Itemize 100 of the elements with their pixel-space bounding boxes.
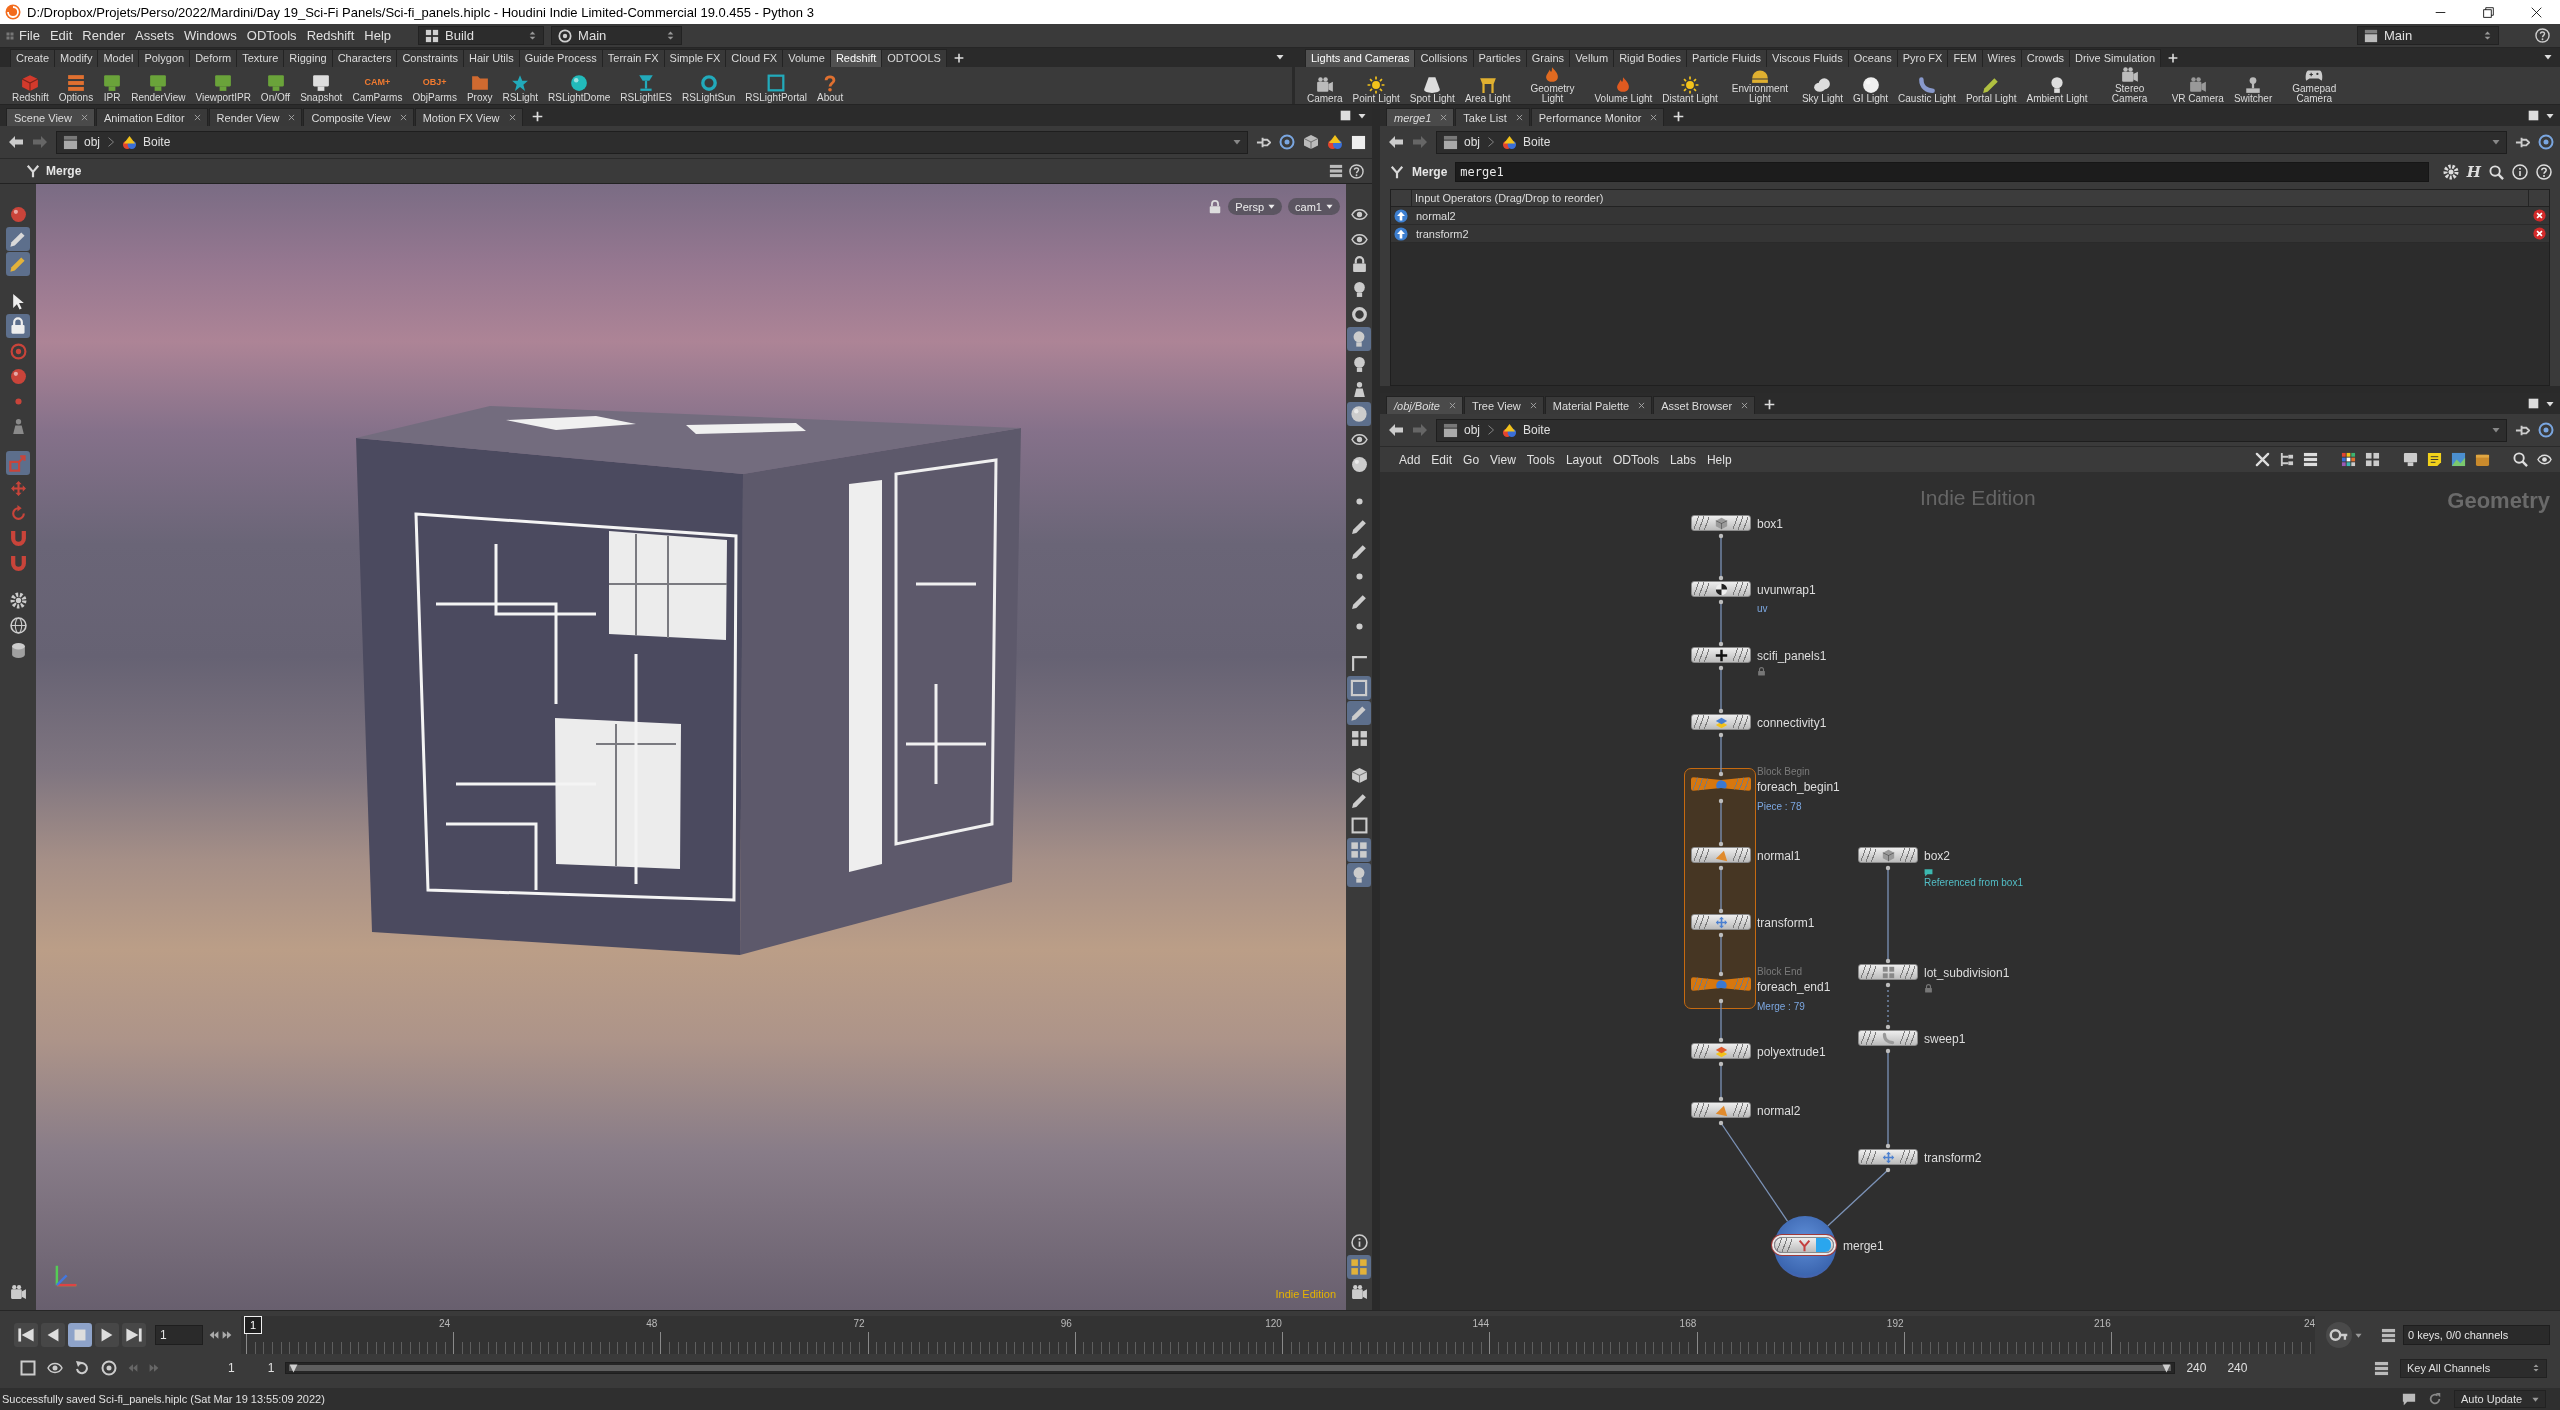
- cube-icon[interactable]: [1303, 134, 1319, 150]
- info-icon[interactable]: [2512, 164, 2528, 180]
- network-node[interactable]: [1858, 1149, 1918, 1165]
- wire[interactable]: [1718, 932, 1724, 977]
- grid-icon[interactable]: [1347, 1255, 1371, 1279]
- caret-icon[interactable]: [2546, 112, 2554, 120]
- menu-item[interactable]: ODTools: [1607, 452, 1664, 467]
- wire[interactable]: [1885, 865, 1891, 964]
- display-flag[interactable]: [1900, 1150, 1915, 1164]
- network-node[interactable]: [1691, 847, 1751, 863]
- display-flag[interactable]: [1733, 516, 1748, 530]
- shelf-tool[interactable]: Distant Light: [1660, 67, 1720, 104]
- skip-to-start-icon[interactable]: [14, 1323, 38, 1347]
- shelf-tab[interactable]: Particle Fluids: [1685, 48, 1767, 67]
- pen-icon[interactable]: [1350, 542, 1368, 560]
- lock-icon[interactable]: [1208, 199, 1223, 214]
- dot-icon[interactable]: [1355, 622, 1363, 630]
- shelf-tool[interactable]: RSLightPortal: [743, 67, 810, 104]
- list-icon[interactable]: [2381, 1327, 2396, 1343]
- cube-icon[interactable]: [1350, 766, 1368, 784]
- path-item[interactable]: Boite: [143, 135, 171, 149]
- shelf-tab[interactable]: Pyro FX: [1896, 48, 1949, 67]
- network-node[interactable]: [1858, 1030, 1918, 1046]
- shelf-tool[interactable]: Switcher: [2231, 67, 2275, 104]
- wire[interactable]: [1718, 998, 1724, 1043]
- display-flag[interactable]: [1734, 977, 1749, 991]
- lock-icon[interactable]: [6, 314, 30, 338]
- menu-item[interactable]: Help: [359, 28, 397, 43]
- shelf-tool[interactable]: RSLight: [500, 67, 540, 104]
- shelf-tab[interactable]: Characters: [331, 48, 398, 67]
- camera-icon[interactable]: [1350, 1283, 1368, 1301]
- context-dropdown[interactable]: Main: [551, 26, 683, 45]
- network-node[interactable]: [1691, 777, 1751, 791]
- shelf-tool[interactable]: Redshift: [10, 67, 51, 104]
- wire[interactable]: [1718, 798, 1724, 847]
- cylinder-icon[interactable]: [9, 641, 27, 659]
- shelf-tab[interactable]: Deform: [189, 48, 238, 67]
- restore-icon[interactable]: [2482, 6, 2494, 18]
- pane-tab[interactable]: Scene View: [6, 108, 95, 126]
- display-flag[interactable]: [1900, 1031, 1915, 1045]
- menu-item[interactable]: Redshift: [301, 28, 360, 43]
- back-icon[interactable]: [1388, 134, 1404, 150]
- grid-icon[interactable]: [2365, 452, 2380, 467]
- shelf-tab[interactable]: Create: [10, 48, 56, 67]
- add-tab-icon[interactable]: [2168, 52, 2179, 63]
- pane-tab[interactable]: Animation Editor: [95, 108, 208, 126]
- frame-field[interactable]: 1: [155, 1325, 203, 1345]
- shelf-tool[interactable]: GI Light: [1851, 67, 1891, 104]
- path-item[interactable]: obj: [84, 135, 100, 149]
- menu-item[interactable]: Windows: [179, 28, 242, 43]
- pen-icon[interactable]: [1350, 791, 1368, 809]
- menu-item[interactable]: Labs: [1664, 452, 1701, 467]
- shelf-tool[interactable]: Stereo Camera: [2095, 67, 2164, 104]
- pen-icon[interactable]: [6, 252, 30, 276]
- shelf-tool[interactable]: Proxy: [464, 67, 495, 104]
- pane-tab[interactable]: /obj/Boite: [1386, 396, 1463, 414]
- wire[interactable]: [1718, 1061, 1724, 1102]
- add-tab-icon[interactable]: [1673, 111, 1685, 122]
- key-mode-dropdown[interactable]: Key All Channels: [2400, 1358, 2547, 1378]
- double-right-arrow-icon[interactable]: [222, 1330, 232, 1340]
- shelf-tool[interactable]: Options: [56, 67, 96, 104]
- view-dropdown[interactable]: Persp: [1228, 198, 1283, 215]
- update-mode-dropdown[interactable]: Auto Update: [2454, 1390, 2546, 1408]
- pane-tab[interactable]: Composite View: [303, 108, 414, 126]
- shelf-tab[interactable]: Cloud FX: [725, 48, 784, 67]
- square-icon[interactable]: [1351, 134, 1366, 150]
- dot-icon[interactable]: [1355, 572, 1363, 580]
- shelf-tool[interactable]: On/Off: [258, 67, 293, 104]
- step-back-icon[interactable]: [41, 1323, 65, 1347]
- search-icon[interactable]: [2489, 164, 2504, 180]
- lock-icon[interactable]: [1350, 255, 1368, 273]
- current-frame-marker[interactable]: 1: [244, 1316, 263, 1334]
- grid-icon[interactable]: [1347, 838, 1371, 862]
- 3d-viewport[interactable]: Persp cam1 Indie Edition: [36, 184, 1346, 1310]
- desktop-dropdown[interactable]: Build: [418, 26, 545, 45]
- up-arrow-icon[interactable]: [1394, 208, 1408, 223]
- caret-icon[interactable]: [2544, 52, 2552, 61]
- menu-item[interactable]: Edit: [1426, 452, 1458, 467]
- dot-icon[interactable]: [1355, 497, 1363, 505]
- wire[interactable]: [1885, 1048, 1891, 1149]
- shelf-tool[interactable]: Caustic Light: [1896, 67, 1958, 104]
- shelf-tool[interactable]: Sky Light: [1799, 67, 1846, 104]
- shelf-tab[interactable]: Collisions: [1414, 48, 1474, 67]
- range-end-field[interactable]: 240: [2227, 1361, 2248, 1375]
- pen-icon[interactable]: [1347, 701, 1371, 725]
- shelf-tool[interactable]: OBJ+ ObjParms: [410, 67, 459, 104]
- back-icon[interactable]: [1388, 422, 1404, 438]
- playback-end-field[interactable]: 240: [2186, 1361, 2207, 1375]
- wire[interactable]: [1718, 533, 1724, 581]
- wire[interactable]: [1718, 599, 1724, 647]
- playback-start-field[interactable]: 1: [267, 1361, 275, 1375]
- menu-item[interactable]: Layout: [1560, 452, 1607, 467]
- path-field[interactable]: obj Boite: [1436, 418, 2507, 442]
- asset-help-button[interactable]: H: [2466, 163, 2481, 181]
- display-flag[interactable]: [1733, 1044, 1748, 1058]
- square-icon[interactable]: [1350, 816, 1368, 834]
- view-dropdown[interactable]: cam1: [1288, 198, 1340, 215]
- shelf-tab[interactable]: Viscous Fluids: [1766, 48, 1849, 67]
- menu-item[interactable]: View: [1485, 452, 1521, 467]
- wire[interactable]: [1718, 865, 1724, 914]
